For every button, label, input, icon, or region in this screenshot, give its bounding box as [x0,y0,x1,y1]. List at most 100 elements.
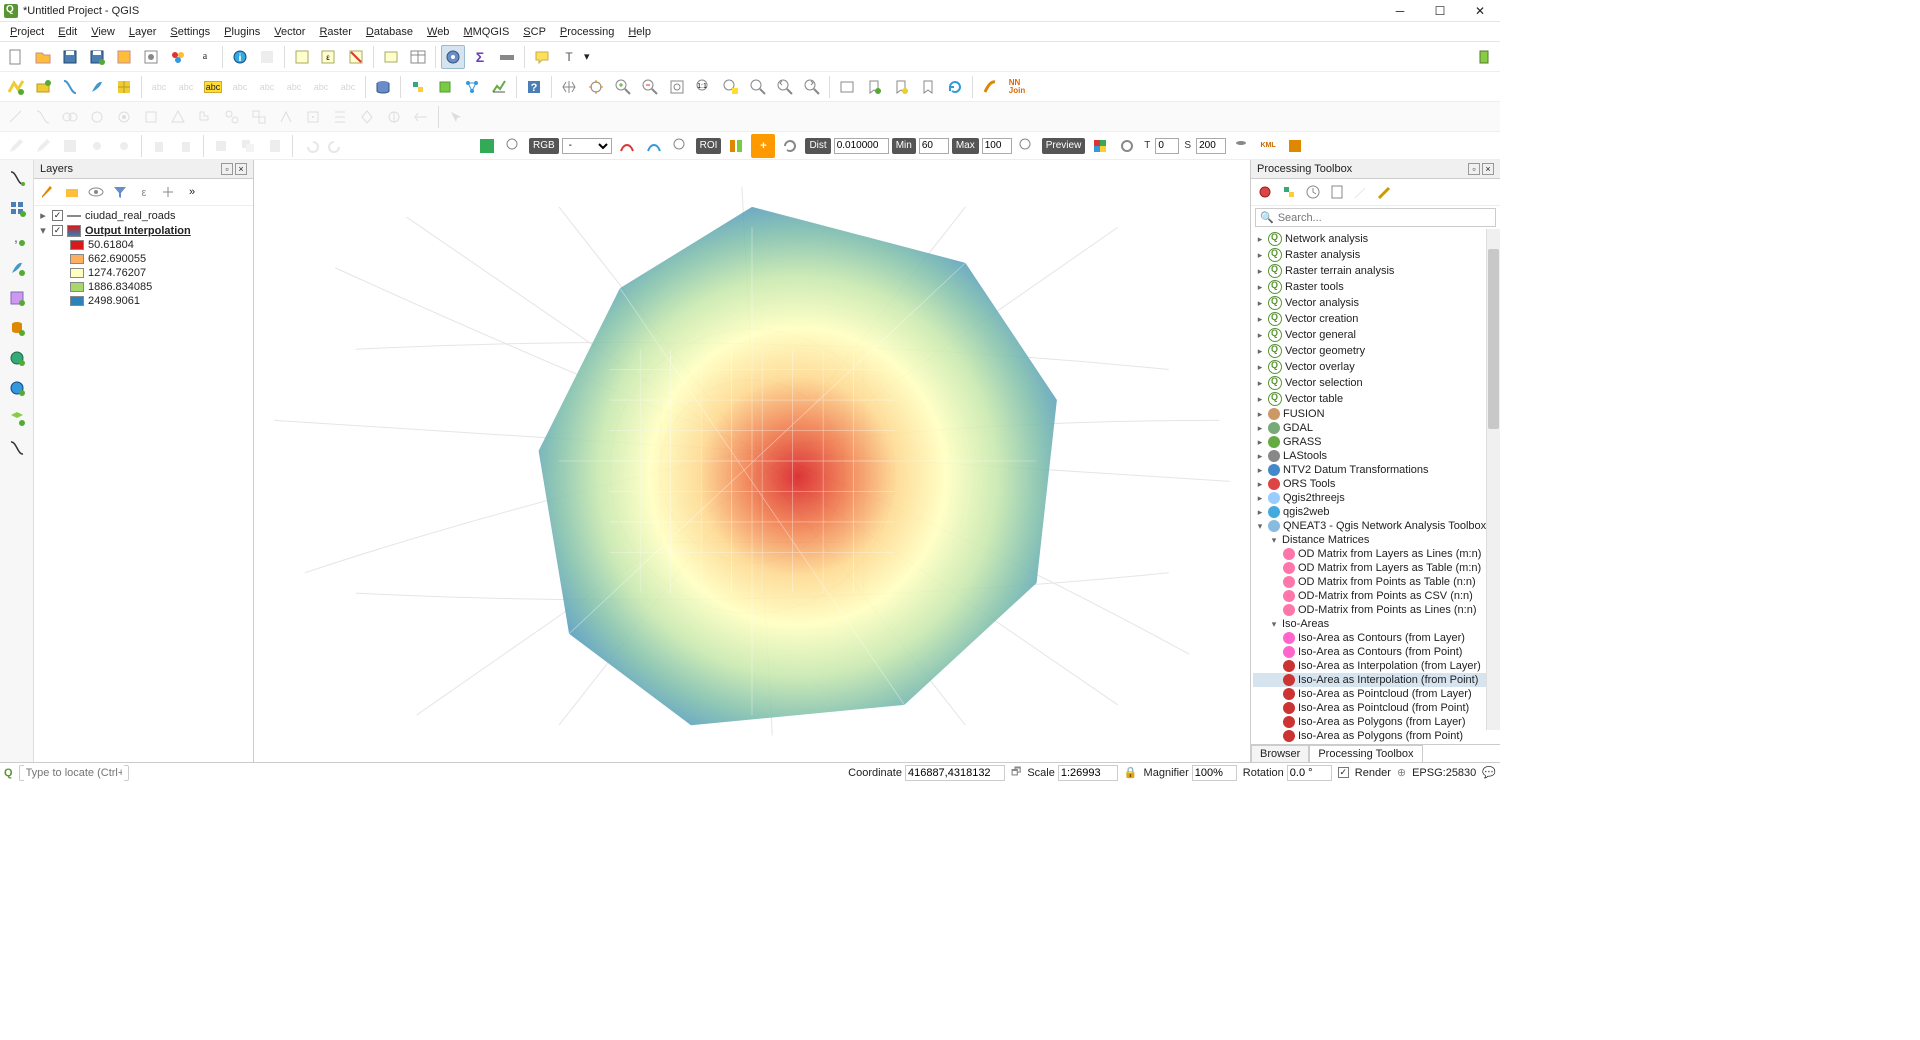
scp-zoom3-button[interactable] [1015,134,1039,158]
layers-more-button[interactable]: » [182,182,202,202]
menu-layer[interactable]: Layer [123,24,163,40]
menu-view[interactable]: View [85,24,121,40]
attribute-table-button[interactable] [406,45,430,69]
show-bookmarks-button[interactable] [916,75,940,99]
style-manager-button[interactable] [166,45,190,69]
zoom-in-button[interactable] [611,75,635,99]
layout-manager-button[interactable] [139,45,163,69]
scale-input[interactable] [1058,765,1118,781]
menu-vector[interactable]: Vector [268,24,311,40]
pan-button[interactable] [557,75,581,99]
save-project-button[interactable] [58,45,82,69]
layers-undock-button[interactable]: ▫ [221,163,233,175]
help-button[interactable]: ? [522,75,546,99]
toolbox-node[interactable]: Iso-Area as Interpolation (from Layer) [1253,659,1498,673]
toolbox-node[interactable]: OD-Matrix from Points as Lines (n:n) [1253,603,1498,617]
measure-button[interactable] [495,45,519,69]
toolbox-node[interactable]: ▸Raster analysis [1253,247,1498,263]
scp-preview-button[interactable] [1088,134,1112,158]
lock-icon[interactable]: 🔒 [1124,766,1138,779]
layer-roads-checkbox[interactable]: ✓ [52,210,63,221]
save-as-button[interactable] [85,45,109,69]
new-project-button[interactable] [4,45,28,69]
scp-dist-input[interactable] [834,138,889,154]
add-vector-button[interactable] [4,75,28,99]
toolbox-close-button[interactable]: × [1482,163,1494,175]
layers-close-button[interactable]: × [235,163,247,175]
coordinate-input[interactable] [905,765,1005,781]
scp-zoom2-button[interactable] [669,134,693,158]
menu-help[interactable]: Help [622,24,657,40]
new-layer-button[interactable] [31,75,55,99]
plugin-manager-button[interactable] [433,75,457,99]
legend-item[interactable]: 1274.76207 [38,266,249,280]
battery-icon[interactable] [1472,45,1496,69]
layers-filter-button[interactable] [110,182,130,202]
toolbox-search[interactable]: 🔍 [1255,208,1496,227]
open-project-button[interactable] [31,45,55,69]
menu-database[interactable]: Database [360,24,419,40]
layer-row-roads[interactable]: ▸ ✓ ciudad_real_roads [38,208,249,223]
toolbox-history-button[interactable] [1303,182,1323,202]
scp-db-button[interactable] [1229,134,1253,158]
epsg-label[interactable]: EPSG:25830 [1412,767,1476,779]
toolbox-node[interactable]: ▸Vector analysis [1253,295,1498,311]
scp-plus-button[interactable]: + [751,134,775,158]
new-bookmark-button[interactable] [862,75,886,99]
menu-edit[interactable]: Edit [52,24,83,40]
zoom-selection-button[interactable] [719,75,743,99]
v-grid-tool[interactable] [5,196,29,220]
menu-processing[interactable]: Processing [554,24,620,40]
new-map-button[interactable] [835,75,859,99]
toolbox-node[interactable]: OD Matrix from Points as Table (n:n) [1253,575,1498,589]
maximize-button[interactable]: ☐ [1420,0,1460,22]
network-button[interactable] [460,75,484,99]
v-comma-tool[interactable]: , [5,226,29,250]
toolbox-node[interactable]: OD-Matrix from Points as CSV (n:n) [1253,589,1498,603]
locate-widget[interactable] [19,765,129,781]
bookmarks-button[interactable] [889,75,913,99]
scp-input-button[interactable] [475,134,499,158]
toolbox-node[interactable]: ▸FUSION [1253,407,1498,421]
scp-refresh2-button[interactable] [1115,134,1139,158]
select-button[interactable] [290,45,314,69]
toolbox-node[interactable]: OD Matrix from Layers as Table (m:n) [1253,561,1498,575]
deselect-button[interactable] [344,45,368,69]
statistics-button[interactable]: Σ [468,45,492,69]
identify-button[interactable]: i [228,45,252,69]
menu-project[interactable]: Project [4,24,50,40]
zoom-layer-button[interactable] [746,75,770,99]
toolbox-node[interactable]: ▸Vector table [1253,391,1498,407]
nn-join-button[interactable]: NNJoin [1005,75,1029,99]
chart-button[interactable] [487,75,511,99]
toolbox-node[interactable]: ▸GDAL [1253,421,1498,435]
extent-icon[interactable]: 🗗 [1011,763,1021,782]
toolbox-node[interactable]: ▸NTV2 Datum Transformations [1253,463,1498,477]
layers-tree[interactable]: ▸ ✓ ciudad_real_roads ▾ ✓ Output Interpo… [34,206,253,310]
legend-item[interactable]: 2498.9061 [38,294,249,308]
toolbox-node[interactable]: ▸Vector creation [1253,311,1498,327]
close-button[interactable]: ✕ [1460,0,1500,22]
toolbox-node[interactable]: ▸Raster terrain analysis [1253,263,1498,279]
tab-processing-toolbox[interactable]: Processing Toolbox [1309,745,1422,762]
scp-t-input[interactable] [1155,138,1179,154]
v-feather-tool[interactable] [5,256,29,280]
toolbox-node[interactable]: Iso-Area as Polygons (from Point) [1253,729,1498,743]
menu-settings[interactable]: Settings [164,24,216,40]
v-globe-tool[interactable] [5,346,29,370]
layer-row-interpolation[interactable]: ▾ ✓ Output Interpolation [38,223,249,238]
toolbox-search-input[interactable] [1278,212,1491,224]
toolbox-node[interactable]: Iso-Area as Contours (from Point) [1253,645,1498,659]
layers-expand-button[interactable] [158,182,178,202]
edit-line-button[interactable] [58,75,82,99]
selection-expr-button[interactable] [379,45,403,69]
v-vline-tool[interactable] [5,436,29,460]
toolbox-node[interactable]: OD Matrix from Layers as Lines (m:n) [1253,547,1498,561]
python-console-button[interactable] [406,75,430,99]
toolbox-node[interactable]: ▸Raster tools [1253,279,1498,295]
toolbox-node[interactable]: ▸qgis2web [1253,505,1498,519]
scp-max-input[interactable] [982,138,1012,154]
menu-raster[interactable]: Raster [313,24,357,40]
v-mesh-tool[interactable] [5,286,29,310]
scp-a1-button[interactable] [615,134,639,158]
